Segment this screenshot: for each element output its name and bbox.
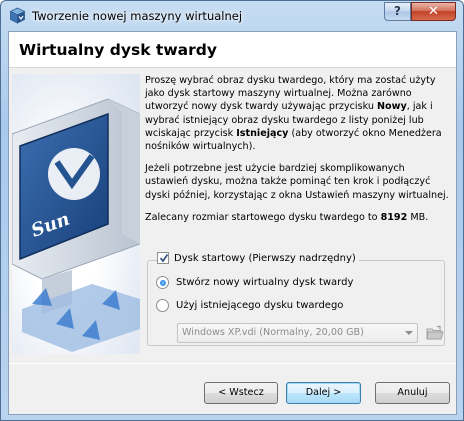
wizard-window: Tworzenie nowej maszyny wirtualnej ? ✕ W… xyxy=(0,0,464,421)
close-icon: ✕ xyxy=(428,4,439,19)
virtualbox-app-icon xyxy=(9,7,26,24)
recommended-size-value: 8192 xyxy=(380,211,408,223)
recommended-size-unit: MB. xyxy=(407,211,429,223)
existing-keyword: Istniejący xyxy=(236,127,289,139)
open-folder-icon xyxy=(426,325,444,340)
footer-separator xyxy=(9,363,456,364)
boot-disk-group: Dysk startowy (Pierwszy nadrzędny) Stwór… xyxy=(145,250,447,347)
cancel-button[interactable]: Anuluj xyxy=(375,382,450,404)
chevron-down-icon xyxy=(405,331,413,335)
recommended-size-paragraph: Zalecany rozmiar startowego dysku twarde… xyxy=(145,211,449,224)
back-button[interactable]: < Wstecz xyxy=(204,382,278,404)
recommended-size-text: Zalecany rozmiar startowego dysku twarde… xyxy=(145,211,381,223)
create-new-disk-label: Stwórz nowy wirtualny dysk twardy xyxy=(176,277,354,288)
use-existing-disk-label: Użyj istniejącego dysku twardego xyxy=(176,300,344,311)
title-bar[interactable]: Tworzenie nowej maszyny wirtualnej ? ✕ xyxy=(1,1,463,31)
page-title: Wirtualny dysk twardy xyxy=(19,41,217,59)
existing-disk-dropdown[interactable]: Windows XP.vdi (Normalny, 20,00 GB) xyxy=(177,323,418,343)
help-button[interactable]: ? xyxy=(384,2,411,21)
wizard-page: Wirtualny dysk twardy Sun Proszę wybrać … xyxy=(8,31,457,415)
checkmark-icon xyxy=(159,254,169,263)
advanced-paragraph: Jeżeli potrzebne jest użycie bardziej sk… xyxy=(145,163,449,201)
radio-new-circle[interactable] xyxy=(156,276,169,289)
existing-disk-value: Windows XP.vdi (Normalny, 20,00 GB) xyxy=(182,327,364,338)
boot-disk-checkbox-label: Dysk startowy (Pierwszy nadrzędny) xyxy=(174,252,356,264)
new-keyword: Nowy xyxy=(376,101,407,113)
create-new-disk-radio[interactable]: Stwórz nowy wirtualny dysk twardy xyxy=(156,276,353,289)
use-existing-disk-radio[interactable]: Użyj istniejącego dysku twardego xyxy=(156,299,343,312)
radio-selected-dot xyxy=(159,279,166,286)
radio-existing-circle[interactable] xyxy=(156,299,169,312)
close-button[interactable]: ✕ xyxy=(411,2,456,21)
virtualbox-monitor-illustration: Sun xyxy=(12,98,140,352)
open-media-manager-button[interactable] xyxy=(425,323,445,343)
wizard-illustration: Sun xyxy=(12,74,140,354)
boot-disk-checkbox[interactable]: Dysk startowy (Pierwszy nadrzędny) xyxy=(157,252,359,264)
intro-paragraph: Proszę wybrać obraz dysku twardego, któr… xyxy=(145,74,449,153)
window-title: Tworzenie nowej maszyny wirtualnej xyxy=(32,9,243,23)
description-text: Proszę wybrać obraz dysku twardego, któr… xyxy=(145,74,449,233)
page-header: Wirtualny dysk twardy xyxy=(9,32,456,68)
checkbox-box[interactable] xyxy=(157,252,169,264)
next-button[interactable]: Dalej > xyxy=(286,382,361,404)
